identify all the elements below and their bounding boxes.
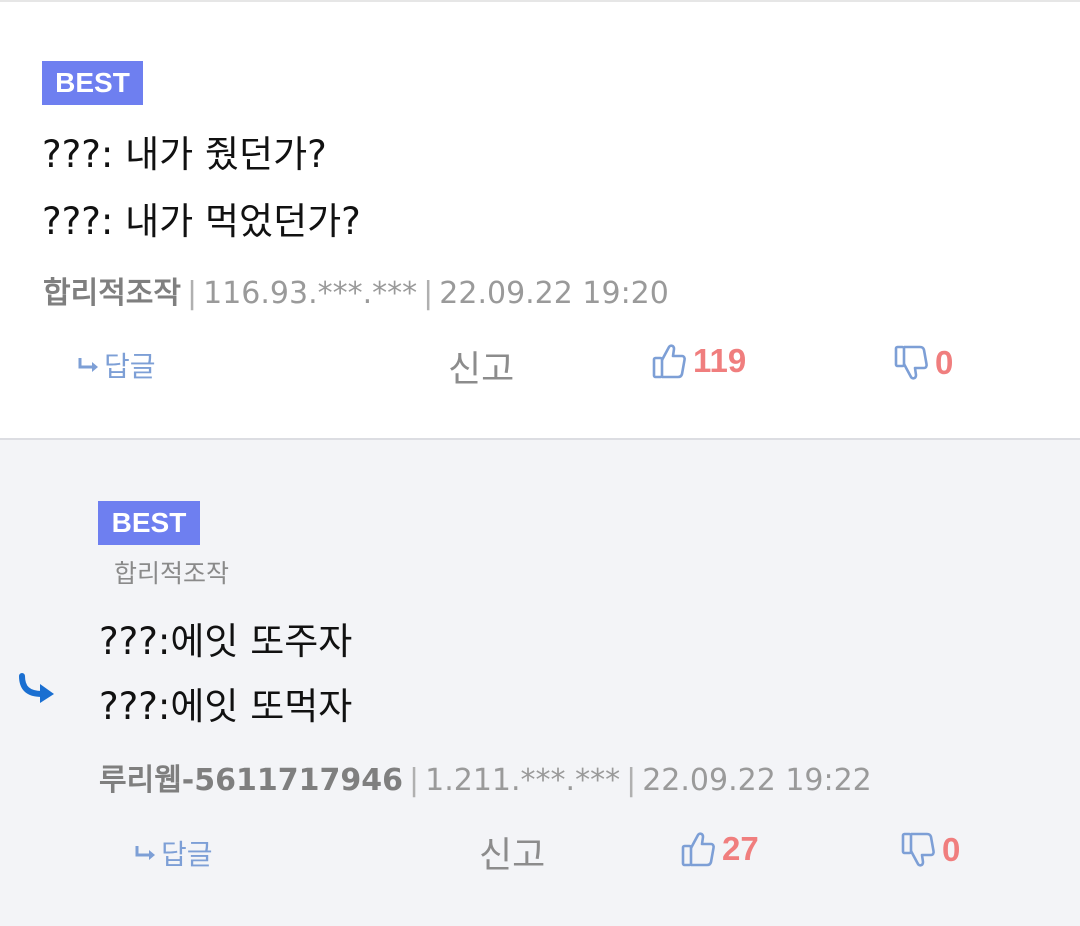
- reply-arrow-icon: [19, 673, 54, 703]
- report-label: 신고: [479, 835, 546, 876]
- comment-text-line: ???:에잇 또먹자: [99, 685, 353, 728]
- ip-address: 116.93.***.***: [203, 276, 418, 311]
- thumbs-down-icon: [901, 832, 935, 867]
- thumbs-up-icon: [652, 344, 686, 379]
- like-count: 119: [693, 342, 747, 379]
- meta-separator: |: [409, 763, 420, 798]
- thumbs-down-icon: [894, 345, 928, 380]
- dislike-button[interactable]: 0: [900, 831, 960, 869]
- reply-label: 답글: [161, 838, 213, 871]
- best-badge: BEST: [42, 61, 143, 105]
- reply-arrow-icon: [135, 846, 155, 860]
- author-name[interactable]: 합리적조작: [43, 276, 181, 311]
- comment-text-line: ???: 내가 줬던가?: [42, 133, 327, 176]
- like-button[interactable]: 119: [651, 342, 746, 380]
- reply-label: 답글: [104, 350, 156, 383]
- author-name[interactable]: 루리웹-5611717946: [99, 763, 403, 798]
- report-button[interactable]: 신고: [448, 340, 514, 392]
- dislike-button[interactable]: 0: [893, 344, 953, 382]
- meta-separator: |: [423, 276, 434, 311]
- comment-meta: 합리적조작 | 116.93.***.*** | 22.09.22 19:20: [43, 268, 669, 312]
- parent-author-name: 합리적조작: [114, 559, 230, 588]
- like-count: 27: [722, 830, 759, 867]
- comment-text-line: ???:에잇 또주자: [99, 620, 353, 663]
- reply-comment-item: BEST 합리적조작 ???:에잇 또주자 ???:에잇 또먹자 루리웹-561…: [0, 440, 1080, 926]
- timestamp: 22.09.22 19:22: [642, 763, 872, 798]
- reply-arrow-icon: [78, 358, 98, 372]
- like-button[interactable]: 27: [680, 830, 759, 868]
- meta-separator: |: [187, 276, 198, 311]
- report-button[interactable]: 신고: [479, 826, 545, 878]
- report-label: 신고: [448, 349, 515, 390]
- dislike-count: 0: [935, 344, 954, 381]
- reply-button[interactable]: 답글: [133, 833, 213, 873]
- timestamp: 22.09.22 19:20: [439, 276, 669, 311]
- best-badge: BEST: [98, 501, 200, 545]
- comment-meta: 루리웹-5611717946 | 1.211.***.*** | 22.09.22 19…: [99, 755, 872, 799]
- comment-text-line: ???: 내가 먹었던가?: [42, 200, 361, 243]
- thumbs-up-icon: [681, 832, 715, 867]
- meta-separator: |: [626, 763, 637, 798]
- ip-address: 1.211.***.***: [425, 763, 621, 798]
- reply-button[interactable]: 답글: [76, 345, 156, 385]
- comment-item: BEST ???: 내가 줬던가? ???: 내가 먹었던가? 합리적조작 | 11…: [0, 2, 1080, 438]
- dislike-count: 0: [942, 831, 961, 868]
